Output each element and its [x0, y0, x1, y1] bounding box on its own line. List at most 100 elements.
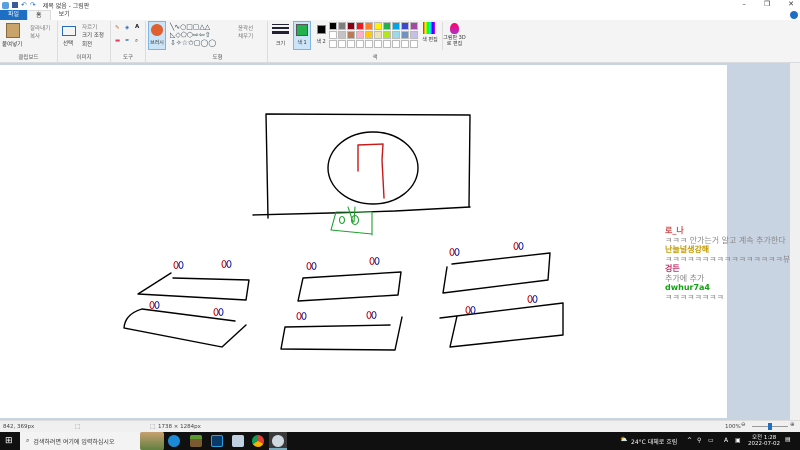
color-picker-icon[interactable]: ✒: [125, 38, 130, 44]
cut-button[interactable]: 잘라내기: [30, 24, 50, 32]
palette-swatch[interactable]: [401, 40, 409, 48]
zoom-slider-thumb[interactable]: [768, 423, 772, 430]
seat-mark: [371, 310, 377, 320]
palette-swatch[interactable]: [374, 22, 382, 30]
palette-swatch[interactable]: [356, 40, 364, 48]
network-icon[interactable]: ⚲: [697, 437, 701, 444]
paste-label[interactable]: 붙여넣기: [2, 40, 22, 48]
keyboard-icon[interactable]: ▭: [708, 437, 714, 444]
rotate-button[interactable]: 회전: [82, 40, 92, 48]
palette-swatch[interactable]: [410, 31, 418, 39]
drawing-canvas[interactable]: [0, 65, 727, 418]
palette-swatch[interactable]: [329, 31, 337, 39]
clock-time[interactable]: 오전 1:28: [752, 433, 776, 441]
palette-swatch[interactable]: [383, 40, 391, 48]
paint3d-button[interactable]: 그림판 3D로 편집: [442, 22, 466, 50]
undo-icon[interactable]: ↶: [21, 1, 27, 9]
palette-swatch[interactable]: [401, 22, 409, 30]
palette-swatch[interactable]: [374, 31, 382, 39]
palette-swatch[interactable]: [392, 40, 400, 48]
search-input[interactable]: 검색하려면 여기에 입력하십시오: [33, 437, 114, 446]
chrome-icon[interactable]: [252, 435, 264, 447]
shapes-group: ╲∿○□▢△△ ◺◇⬠⬡⇨⇦⇧ ⇩✧☆✩▢◯◯ 윤곽선 채우기 도형: [168, 21, 268, 62]
save-icon[interactable]: [12, 2, 18, 8]
tray-overflow-icon[interactable]: ^: [687, 437, 692, 444]
size-button[interactable]: 크기: [272, 22, 289, 50]
palette-swatch[interactable]: [383, 22, 391, 30]
crop-button[interactable]: 자르기: [82, 23, 97, 31]
palette-swatch[interactable]: [329, 40, 337, 48]
palette-swatch[interactable]: [347, 22, 355, 30]
tab-home[interactable]: 홈: [27, 10, 51, 20]
shapes-gallery[interactable]: ╲∿○□▢△△ ◺◇⬠⬡⇨⇦⇧ ⇩✧☆✩▢◯◯: [170, 23, 232, 47]
weather-icon[interactable]: ⛅: [620, 436, 627, 443]
color1-button[interactable]: 색 1: [293, 21, 311, 50]
file-app-icon[interactable]: [232, 435, 244, 447]
palette-swatch[interactable]: [365, 40, 373, 48]
colors-label: 색: [372, 55, 378, 61]
pencil-icon[interactable]: ✎: [115, 25, 120, 31]
palette-swatch[interactable]: [347, 40, 355, 48]
clock-date[interactable]: 2022-07-02: [748, 441, 780, 447]
palette-swatch[interactable]: [338, 31, 346, 39]
chat-message: 난늘널생강해 ㅋㅋㅋㅋㅋㅋㅋㅋㅋㅋㅋㅋㅋㅋㅋㅋ뷰: [665, 245, 790, 264]
ime-mode-icon[interactable]: ▣: [735, 437, 741, 444]
start-button[interactable]: ⊞: [5, 436, 13, 446]
palette-swatch[interactable]: [374, 40, 382, 48]
seat-mark: [518, 241, 524, 251]
brushes-label: 브러시: [150, 40, 164, 46]
close-button[interactable]: ✕: [788, 0, 794, 8]
vegas-icon[interactable]: [211, 435, 223, 447]
palette-swatch[interactable]: [356, 31, 364, 39]
palette-swatch[interactable]: [401, 31, 409, 39]
text-icon[interactable]: A: [135, 24, 139, 30]
palette-swatch[interactable]: [410, 40, 418, 48]
copy-button[interactable]: 복사: [30, 32, 40, 40]
palette-swatch[interactable]: [365, 31, 373, 39]
zoom-out-button[interactable]: ⊖: [741, 422, 746, 428]
search-highlight-image[interactable]: [140, 432, 164, 450]
help-icon[interactable]: [790, 11, 798, 19]
resize-button[interactable]: 크기 조정: [82, 31, 104, 39]
palette-swatch[interactable]: [365, 22, 373, 30]
desk-left-bottom: [123, 308, 247, 348]
restore-button[interactable]: ❐: [764, 0, 770, 8]
palette-swatch[interactable]: [392, 22, 400, 30]
redo-icon[interactable]: ↷: [30, 1, 36, 9]
tab-view[interactable]: 보기: [51, 10, 78, 20]
tools-group: ✎ ◈ A ▬ ✒ ⌕ 도구: [111, 21, 146, 62]
brushes-button[interactable]: 브러시: [148, 21, 166, 50]
palette-swatch[interactable]: [329, 22, 337, 30]
palette-swatch[interactable]: [392, 31, 400, 39]
weather-text[interactable]: 24°C 대체로 흐림: [631, 437, 677, 446]
color2-button[interactable]: 색 2: [314, 21, 328, 50]
edge-icon[interactable]: [168, 435, 180, 447]
outline-button[interactable]: 윤곽선: [238, 24, 253, 32]
palette-swatch[interactable]: [383, 31, 391, 39]
fill-icon[interactable]: ◈: [125, 25, 129, 31]
minimize-button[interactable]: –: [742, 0, 746, 8]
circle: [327, 131, 419, 205]
palette-swatch[interactable]: [356, 22, 364, 30]
tab-file[interactable]: 파일: [0, 10, 28, 20]
minecraft-icon[interactable]: [190, 435, 202, 447]
eraser-icon[interactable]: ▬: [115, 38, 120, 44]
ime-indicator[interactable]: A: [724, 437, 728, 444]
paste-button[interactable]: [6, 23, 20, 38]
chat-text: ㅋㅋㅋㅋㅋㅋㅋㅋ: [665, 292, 724, 302]
vertical-scrollbar[interactable]: [790, 63, 800, 420]
brush-icon: [151, 24, 163, 36]
palette-swatch[interactable]: [338, 22, 346, 30]
zoom-in-button[interactable]: ⊕: [790, 422, 795, 428]
edit-colors-button[interactable]: 색 편집: [422, 22, 438, 50]
select-button[interactable]: [62, 26, 76, 36]
notification-icon[interactable]: ▤: [785, 436, 791, 443]
magnifier-icon[interactable]: ⌕: [135, 38, 138, 45]
paint-taskbar-button[interactable]: [269, 432, 287, 450]
zoom-slider[interactable]: [752, 423, 788, 430]
select-label[interactable]: 선택: [63, 39, 73, 47]
palette-swatch[interactable]: [410, 22, 418, 30]
palette-swatch[interactable]: [338, 40, 346, 48]
fill-button[interactable]: 채우기: [238, 32, 253, 40]
palette-swatch[interactable]: [347, 31, 355, 39]
